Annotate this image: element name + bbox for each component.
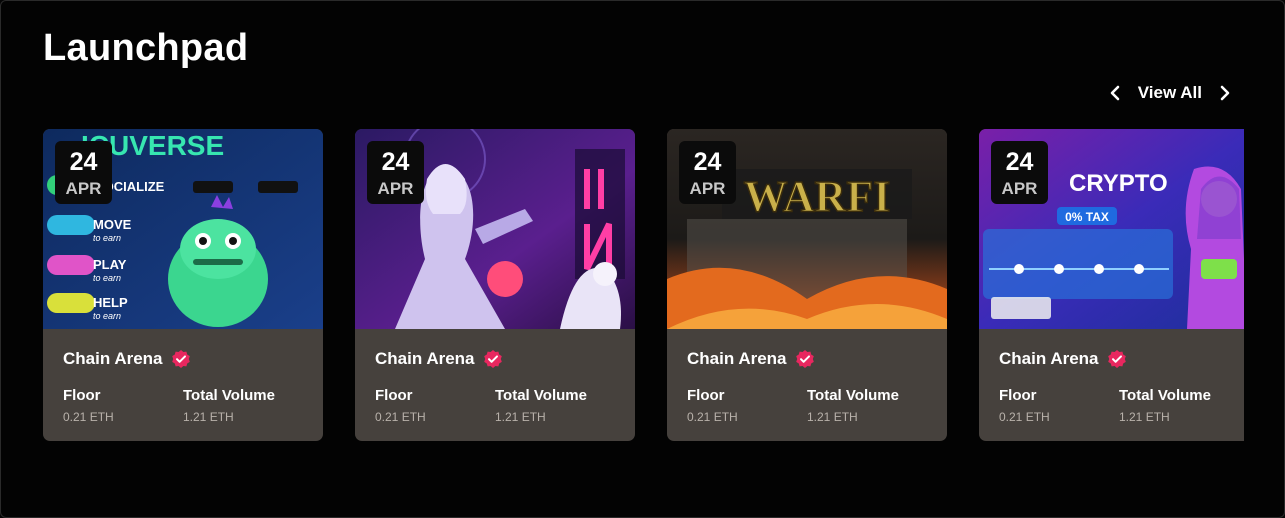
collection-image: WARFI 24 APR: [667, 129, 947, 329]
floor-stat: Floor 0.21 ETH: [63, 387, 114, 424]
collection-image: ICUVERSE SOCIALIZE MOVE to earn PLAY to …: [43, 129, 323, 329]
verified-badge-icon: [1107, 350, 1126, 368]
collection-name: Chain Arena: [63, 349, 163, 368]
svg-text:to earn: to earn: [93, 311, 121, 321]
image-headline: WARFI: [744, 172, 891, 221]
verified-badge-icon: [483, 350, 502, 368]
collection-name: Chain Arena: [999, 349, 1099, 368]
date-badge: 24 APR: [679, 141, 736, 204]
image-headline: CRYPTO: [1069, 170, 1168, 197]
carousel-nav: View All: [1108, 81, 1232, 105]
svg-text:HELP: HELP: [93, 295, 128, 310]
date-badge: 24 APR: [55, 141, 112, 204]
verified-badge-icon: [171, 350, 190, 368]
floor-stat: Floor 0.21 ETH: [375, 387, 426, 424]
page-title: Launchpad: [43, 27, 249, 69]
collection-image: 24 APR: [355, 129, 635, 329]
chevron-left-icon[interactable]: [1108, 81, 1122, 105]
volume-stat: Total Volume 1.21 ETH: [495, 387, 587, 424]
collection-image: CRYPTO 0% TAX 24 APR: [979, 129, 1244, 329]
svg-text:PLAY: PLAY: [93, 257, 127, 272]
launchpad-card[interactable]: 24 APR Chain Arena Floor 0.21 ETH Total …: [355, 129, 635, 441]
volume-stat: Total Volume 1.21 ETH: [183, 387, 275, 424]
launchpad-card[interactable]: CRYPTO 0% TAX 24 APR Chain Arena Floor 0…: [979, 129, 1244, 441]
chevron-right-icon[interactable]: [1218, 81, 1232, 105]
collection-name: Chain Arena: [687, 349, 787, 368]
svg-text:to earn: to earn: [93, 273, 121, 283]
launchpad-card[interactable]: ICUVERSE SOCIALIZE MOVE to earn PLAY to …: [43, 129, 323, 441]
date-badge: 24 APR: [367, 141, 424, 204]
volume-stat: Total Volume 1.21 ETH: [807, 387, 899, 424]
svg-text:to earn: to earn: [93, 233, 121, 243]
launchpad-carousel: ICUVERSE SOCIALIZE MOVE to earn PLAY to …: [43, 129, 1244, 449]
floor-stat: Floor 0.21 ETH: [999, 387, 1050, 424]
verified-badge-icon: [795, 350, 814, 368]
launchpad-card[interactable]: WARFI 24 APR Chain Arena Floor 0.21 ETH …: [667, 129, 947, 441]
volume-stat: Total Volume 1.21 ETH: [1119, 387, 1211, 424]
svg-text:0% TAX: 0% TAX: [1065, 210, 1109, 224]
collection-name: Chain Arena: [375, 349, 475, 368]
date-badge: 24 APR: [991, 141, 1048, 204]
view-all-link[interactable]: View All: [1132, 83, 1208, 103]
floor-stat: Floor 0.21 ETH: [687, 387, 738, 424]
svg-text:MOVE: MOVE: [93, 217, 132, 232]
launchpad-panel: Launchpad View All ICUVERSE SOCIALIZE MO…: [0, 0, 1285, 518]
